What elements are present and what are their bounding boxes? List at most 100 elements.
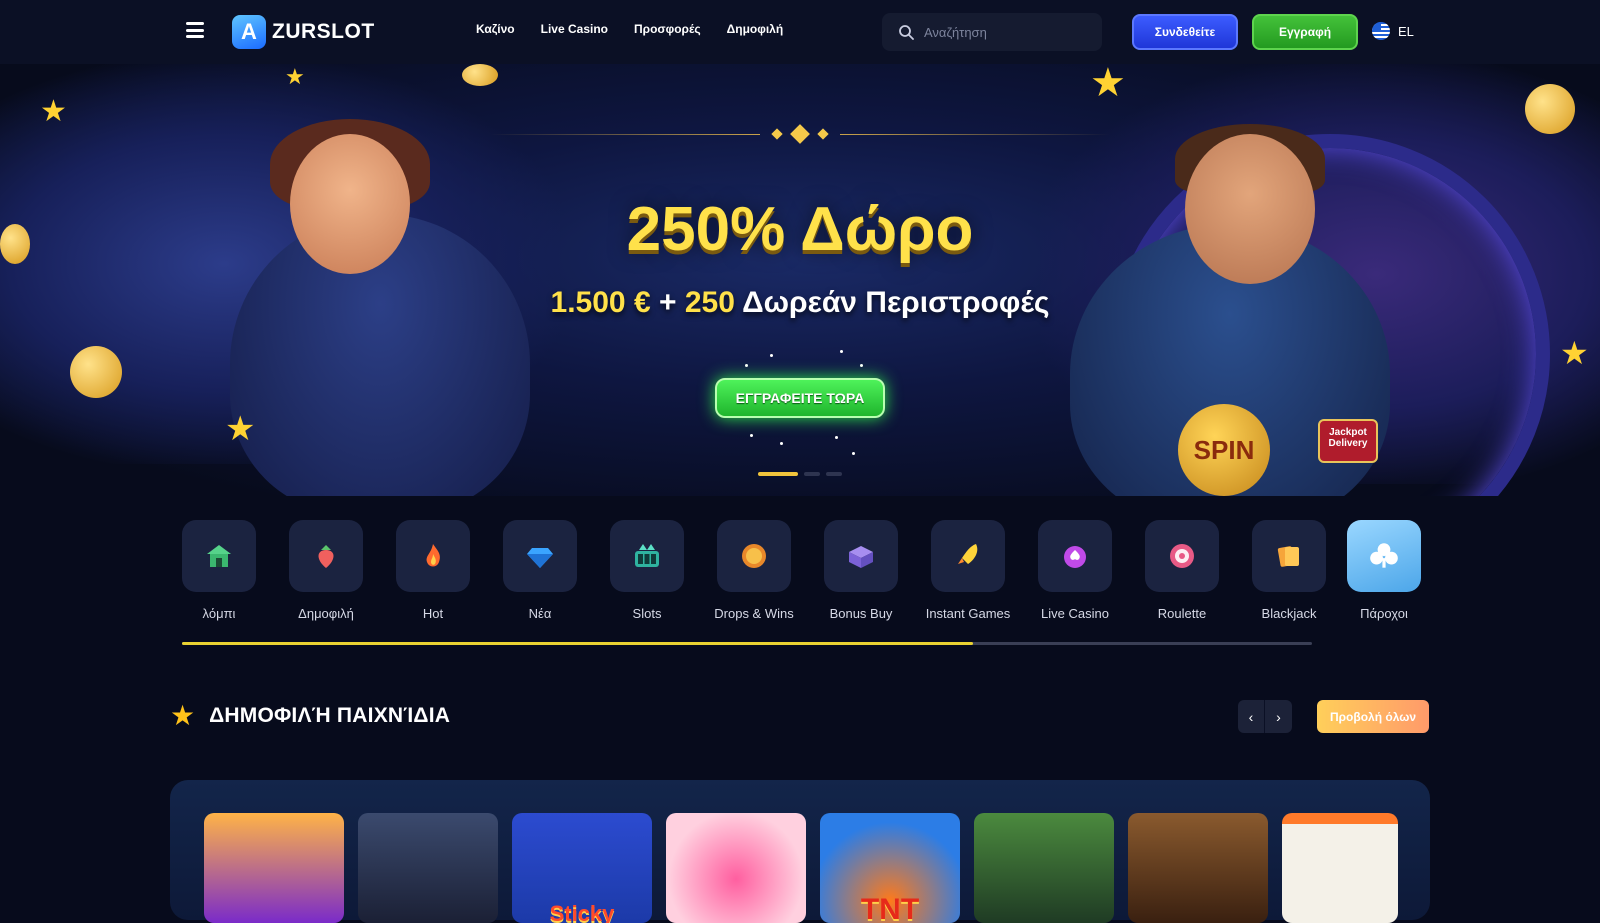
category-drops-wins[interactable]: Drops & Wins (714, 520, 794, 624)
free-spins-count: 250 (684, 286, 735, 319)
sparkle (770, 354, 773, 357)
category-live-casino[interactable]: Live Casino (1038, 520, 1112, 624)
chevron-left-icon[interactable]: ‹ (1238, 700, 1265, 733)
spade-chip-icon (1058, 539, 1092, 573)
hamburger-menu-icon[interactable] (186, 22, 204, 38)
category-label: Slots (632, 606, 662, 621)
category-bonus-buy[interactable]: Bonus Buy (824, 520, 898, 624)
game-title: Sticky (549, 901, 615, 923)
sparkle (750, 434, 753, 437)
game-card[interactable]: TNT (820, 813, 960, 923)
bonus-amount: 1.500 € (550, 286, 651, 319)
popular-games-title: ΔΗΜΟΦΙΛΉ ΠΑΙΧΝΊΔΙΑ (209, 704, 451, 727)
chevron-right-icon[interactable]: › (1265, 700, 1292, 733)
sparkle (860, 364, 863, 367)
category-label: Blackjack (1261, 606, 1317, 621)
category-providers[interactable]: Πάροχοι (1347, 520, 1421, 624)
main-nav: Καζίνο Live Casino Προσφορές Δημοφιλή (476, 22, 783, 36)
game-card[interactable] (974, 813, 1114, 923)
game-card[interactable] (358, 813, 498, 923)
divider-line-right (840, 134, 1110, 135)
greek-flag-icon (1372, 22, 1390, 40)
game-card[interactable] (1282, 813, 1398, 923)
category-tile (931, 520, 1005, 592)
category-tile (824, 520, 898, 592)
language-code: EL (1398, 23, 1414, 39)
category-label: Δημοφιλή (298, 606, 354, 621)
roulette-icon (1165, 539, 1199, 573)
search-input[interactable] (924, 24, 1094, 40)
hero-banner[interactable]: SPIN Jackpot Delivery ★ ★ ★ ★ ★ 250% Δώρ… (0, 64, 1600, 496)
coin-icon (70, 346, 122, 398)
sparkle (780, 442, 783, 445)
carousel-dot-2[interactable] (804, 472, 820, 476)
category-scrollbar[interactable] (182, 642, 1312, 645)
hero-title: 250% Δώρο (626, 195, 974, 264)
carousel-arrows: ‹ › (1238, 700, 1292, 733)
club-icon (1367, 539, 1401, 573)
register-now-button[interactable]: ΕΓΓΡΑΦΕΙΤΕ ΤΩΡΑ (715, 378, 885, 418)
sparkle (852, 452, 855, 455)
star-icon: ★ (170, 700, 196, 731)
category-lobby[interactable]: λόμπι (182, 520, 256, 624)
sparkle (745, 364, 748, 367)
site-logo[interactable]: A ZURSLOT (232, 15, 375, 49)
sparkle (840, 350, 843, 353)
game-card[interactable]: Sticky (512, 813, 652, 923)
top-header: A ZURSLOT Καζίνο Live Casino Προσφορές Δ… (0, 0, 1600, 64)
logo-text: ZURSLOT (272, 20, 375, 43)
category-tile (396, 520, 470, 592)
free-spins-text: Δωρεάν Περιστροφές (734, 286, 1050, 319)
category-tile (1038, 520, 1112, 592)
diamond-ornament-icon (817, 128, 829, 140)
slot-machine-icon (630, 539, 664, 573)
category-label: Πάροχοι (1360, 606, 1408, 621)
view-all-button[interactable]: Προβολή όλων (1317, 700, 1429, 733)
carousel-dot-1[interactable] (758, 472, 798, 476)
category-tile (1252, 520, 1326, 592)
coin-icon (462, 64, 498, 86)
carousel-pagination (758, 472, 842, 476)
carousel-dot-3[interactable] (826, 472, 842, 476)
category-label: Bonus Buy (829, 606, 893, 621)
category-label: Live Casino (1041, 606, 1109, 621)
search-box[interactable] (882, 13, 1102, 51)
spin-badge: SPIN (1178, 404, 1270, 496)
category-strip: λόμπι Δημοφιλή Hot Νέα Slots Drops & Win… (182, 520, 1422, 650)
category-tile (289, 520, 363, 592)
nav-live-casino[interactable]: Live Casino (541, 22, 608, 36)
nav-casino[interactable]: Καζίνο (476, 22, 515, 36)
language-selector[interactable]: EL (1372, 22, 1414, 40)
game-card[interactable] (1128, 813, 1268, 923)
star-icon: ★ (285, 64, 305, 89)
coin-icon (1525, 84, 1575, 134)
bonus-box-icon (844, 539, 878, 573)
star-icon: ★ (1560, 335, 1589, 371)
nav-promotions[interactable]: Προσφορές (634, 22, 701, 36)
lobby-icon (202, 539, 236, 573)
category-label: λόμπι (202, 606, 236, 621)
category-label: Instant Games (925, 606, 1011, 621)
rocket-icon (951, 539, 985, 573)
popular-games-panel: Sticky TNT (170, 780, 1430, 923)
game-card[interactable] (204, 813, 344, 923)
category-scrollbar-thumb[interactable] (182, 642, 973, 645)
login-button[interactable]: Συνδεθείτε (1132, 14, 1238, 50)
category-label: Drops & Wins (714, 606, 794, 621)
category-new[interactable]: Νέα (503, 520, 577, 624)
category-label: Hot (422, 606, 444, 621)
category-blackjack[interactable]: Blackjack (1252, 520, 1326, 624)
category-hot[interactable]: Hot (396, 520, 470, 624)
divider-line-left (490, 134, 760, 135)
category-roulette[interactable]: Roulette (1145, 520, 1219, 624)
nav-popular[interactable]: Δημοφιλή (727, 22, 784, 36)
category-slots[interactable]: Slots (610, 520, 684, 624)
category-label: Νέα (528, 606, 552, 621)
game-card[interactable] (666, 813, 806, 923)
category-popular[interactable]: Δημοφιλή (289, 520, 363, 624)
cards-icon (1272, 539, 1306, 573)
search-icon (899, 25, 914, 40)
category-instant-games[interactable]: Instant Games (926, 520, 1010, 624)
register-button[interactable]: Εγγραφή (1252, 14, 1358, 50)
category-tile (717, 520, 791, 592)
